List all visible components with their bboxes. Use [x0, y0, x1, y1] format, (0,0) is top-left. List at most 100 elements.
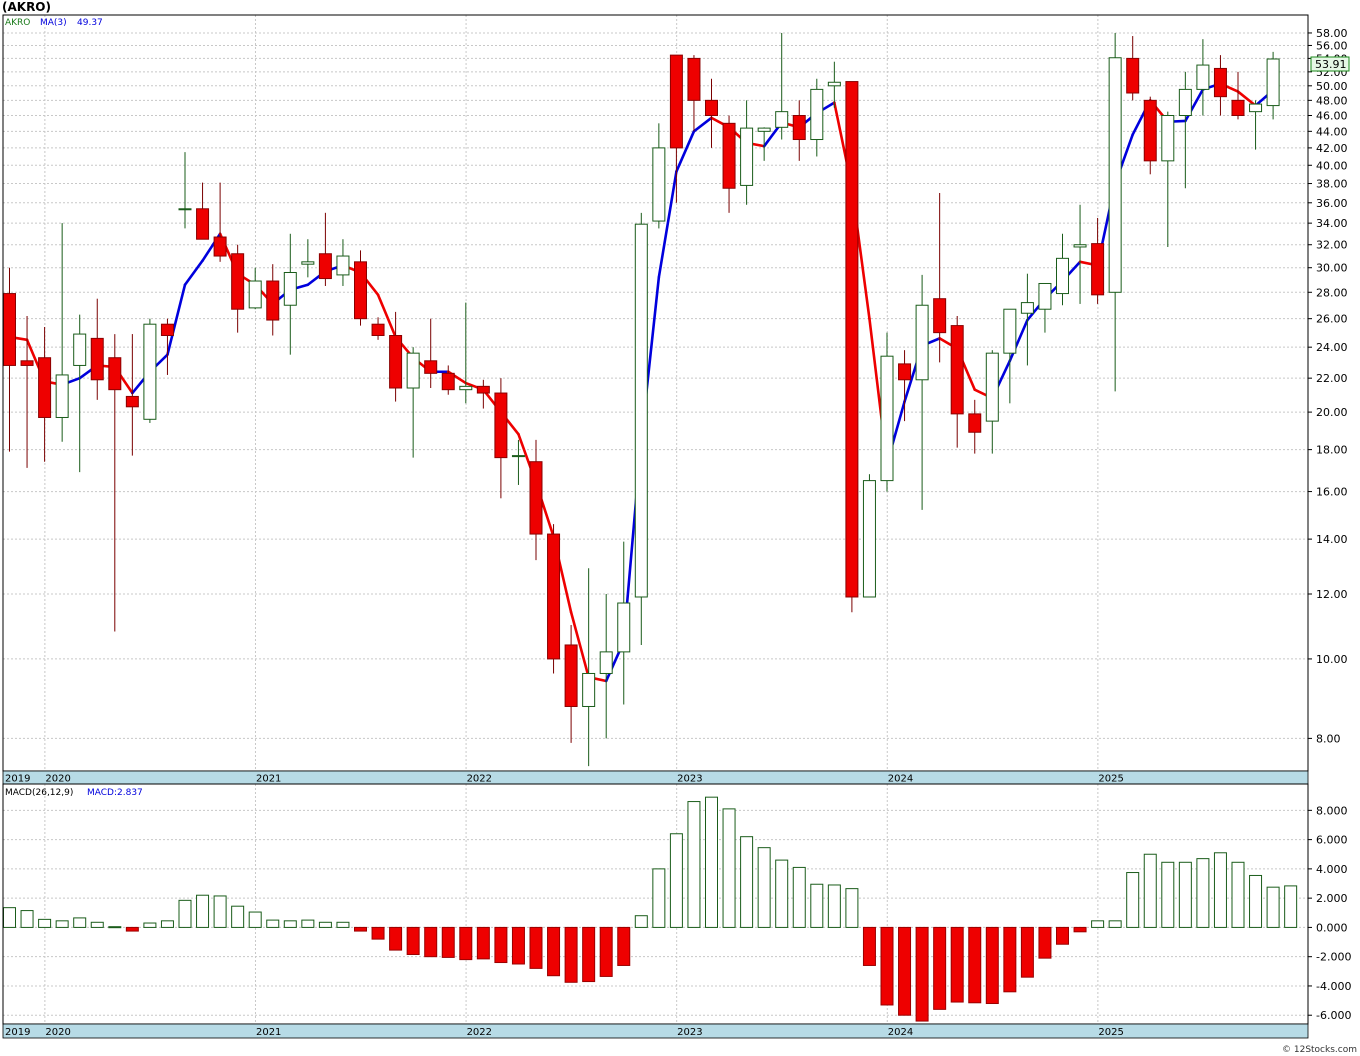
candle-down: [564, 644, 578, 707]
candle-down: [476, 385, 490, 394]
macd-bar-negative: [441, 926, 455, 958]
candle-up: [143, 323, 157, 420]
macd-bar-positive: [810, 883, 824, 928]
macd-y-axis: 8.000 6.000 4.000 2.000 0.000 -2.000 -4.000 -6.…: [1308, 804, 1351, 1022]
candle-up: [511, 455, 525, 458]
candle-up: [1056, 257, 1069, 295]
macd-bar-positive: [196, 894, 210, 928]
candle-up: [55, 374, 69, 418]
candle-up: [1249, 103, 1263, 113]
candle-down: [1213, 67, 1227, 98]
price-year-label: 2023: [677, 774, 702, 785]
macd-bar-positive: [283, 920, 297, 928]
candle-up: [634, 223, 648, 598]
macd-value-label: MACD:2.837: [87, 788, 143, 798]
candle-up: [178, 208, 192, 211]
price-year-label: 2021: [256, 774, 281, 785]
macd-bar-positive: [248, 911, 262, 928]
macd-bar-negative: [1038, 926, 1052, 959]
macd-bar-positive: [705, 796, 718, 928]
candle-down: [213, 236, 227, 257]
last-price-value: 53.91: [1315, 58, 1347, 71]
price-tick-label: 50.00: [1316, 80, 1348, 93]
macd-bar-positive: [634, 915, 648, 928]
price-year-label: 2022: [467, 774, 492, 785]
price-tick-label: 22.00: [1316, 372, 1348, 385]
macd-tick-label: -4.000: [1316, 980, 1351, 993]
macd-bar-positive: [1266, 886, 1280, 928]
macd-bar-negative: [933, 926, 947, 1010]
price-tick-label: 26.00: [1316, 313, 1348, 326]
candle-down: [231, 253, 245, 310]
candle-down: [318, 253, 332, 280]
price-tick-label: 58.00: [1316, 27, 1348, 40]
candle-up: [775, 111, 789, 128]
candle-down: [547, 533, 561, 660]
macd-bar-positive: [213, 895, 227, 928]
candle-down: [792, 115, 806, 141]
candle-up: [283, 271, 297, 306]
macd-tick-label: 4.000: [1316, 863, 1348, 876]
price-tick-label: 38.00: [1316, 178, 1348, 191]
legend-symbol: AKRO: [5, 18, 30, 28]
macd-bar-negative: [898, 926, 912, 1016]
price-year-label: 2020: [45, 774, 70, 785]
candle-up: [880, 355, 894, 482]
macd-bar-negative: [880, 926, 894, 1006]
macd-bar-negative: [406, 926, 420, 955]
macd-bar-positive: [1091, 920, 1105, 928]
macd-bar-positive: [301, 919, 315, 928]
candle-down: [1143, 99, 1157, 162]
candle-down: [354, 261, 367, 320]
candle-up: [810, 88, 824, 141]
macd-bar-negative: [1020, 926, 1034, 978]
candle-up: [985, 352, 999, 422]
candle-down: [371, 323, 385, 337]
macd-bar-negative: [1003, 926, 1017, 993]
candle-up: [1161, 115, 1175, 162]
macd-bar-positive: [231, 905, 245, 928]
price-tick-label: 34.00: [1316, 217, 1348, 230]
macd-bar-negative: [950, 926, 964, 1003]
candle-up: [1073, 244, 1087, 248]
macd-bar-negative: [424, 926, 438, 958]
candle-down: [933, 298, 947, 334]
candle-down: [90, 337, 104, 381]
macd-bar-positive: [336, 921, 350, 928]
macd-bar-positive: [1143, 853, 1157, 928]
price-tick-label: 10.00: [1316, 653, 1348, 666]
macd-bar-positive: [652, 868, 666, 928]
macd-bar-negative: [599, 926, 613, 977]
price-tick-label: 30.00: [1316, 262, 1348, 275]
watermark: © 12Stocks.com: [1282, 1045, 1357, 1055]
price-y-axis: 8.00 10.00 12.00 14.00 16.00 18.00 20.00 22.00 2…: [1308, 27, 1348, 745]
macd-bar-positive: [3, 907, 16, 928]
candle-up: [1196, 64, 1210, 90]
candle-up: [1178, 88, 1192, 117]
macd-year-label: 2019: [5, 1027, 30, 1038]
macd-bar-positive: [775, 859, 789, 928]
macd-bar-positive: [740, 836, 754, 928]
candle-up: [740, 127, 754, 186]
macd-bar-positive: [108, 926, 122, 929]
candle-up: [827, 81, 841, 87]
chart-title: (AKRO): [2, 0, 51, 14]
macd-bar-positive: [318, 921, 332, 928]
price-tick-label: 28.00: [1316, 286, 1348, 299]
macd-bar-positive: [1213, 852, 1227, 928]
macd-year-label: 2021: [256, 1027, 281, 1038]
macd-bar-positive: [722, 808, 736, 928]
macd-bar-positive: [757, 847, 771, 928]
macd-bar-negative: [476, 926, 490, 960]
candle-up: [915, 304, 929, 381]
macd-year-label: 2024: [888, 1027, 913, 1038]
candle-down: [389, 335, 403, 389]
price-tick-label: 20.00: [1316, 406, 1348, 419]
candle-down: [845, 81, 859, 598]
candle-down: [968, 413, 982, 433]
macd-bar-negative: [459, 926, 473, 961]
stock-chart: 8.00 10.00 12.00 14.00 16.00 18.00 20.00 22.00 2…: [2, 0, 1357, 1055]
price-panel: 8.00 10.00 12.00 14.00 16.00 18.00 20.00 22.00 2…: [2, 14, 1348, 785]
macd-bar-negative: [547, 926, 561, 977]
macd-bar-negative: [915, 926, 929, 1022]
